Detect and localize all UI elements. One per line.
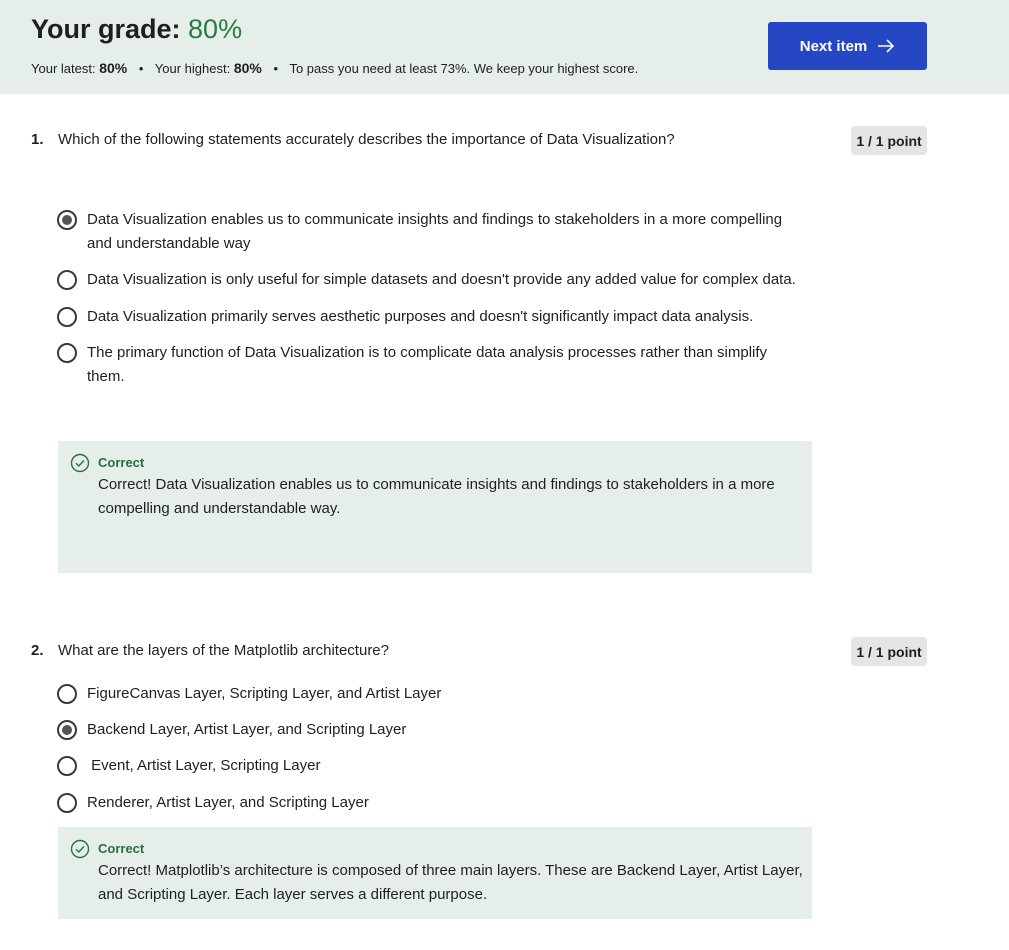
next-item-button[interactable]: Next item (768, 22, 927, 70)
points-badge: 1 / 1 point (851, 637, 927, 666)
option-label: Backend Layer, Artist Layer, and Scripti… (87, 721, 407, 738)
grade-label: Your grade: (31, 14, 181, 44)
answer-option[interactable]: The primary function of Data Visualizati… (57, 343, 807, 389)
radio-button[interactable] (57, 210, 77, 230)
option-label: Data Visualization primarily serves aest… (87, 308, 754, 325)
check-circle-icon (70, 453, 90, 473)
answer-option[interactable]: Data Visualization enables us to communi… (57, 210, 807, 256)
separator-dot: • (273, 61, 279, 76)
grade-summary: Your latest: 80% • Your highest: 80% • T… (31, 60, 638, 76)
check-circle-icon (70, 839, 90, 859)
radio-button[interactable] (57, 756, 77, 776)
separator-dot: • (138, 61, 144, 76)
latest-value: 80% (99, 60, 128, 76)
feedback-label: Correct (98, 841, 145, 856)
points-badge: 1 / 1 point (851, 126, 927, 155)
next-item-label: Next item (799, 37, 868, 55)
answer-option[interactable]: FigureCanvas Layer, Scripting Layer, and… (57, 684, 807, 706)
feedback-panel: Correct Correct! Matplotlib’s architectu… (58, 827, 812, 919)
feedback-label: Correct (98, 455, 145, 470)
feedback-panel: Correct Correct! Data Visualization enab… (58, 441, 812, 573)
option-label: Data Visualization enables us to communi… (87, 211, 783, 252)
question-text: Which of the following statements accura… (58, 131, 675, 148)
radio-button[interactable] (57, 270, 77, 290)
highest-value: 80% (233, 60, 262, 76)
question-number: 2. (31, 642, 44, 659)
arrow-right-icon (878, 39, 895, 53)
radio-button[interactable] (57, 720, 77, 740)
grade-value: 80% (188, 14, 243, 44)
grade-header: Your grade: 80% Your latest: 80% • Your … (0, 0, 1009, 94)
grade-title: Your grade: 80% (31, 14, 242, 45)
radio-button[interactable] (57, 793, 77, 813)
option-label: Event, Artist Layer, Scripting Layer (87, 757, 321, 774)
answer-option[interactable]: Data Visualization primarily serves aest… (57, 307, 807, 329)
option-label: Data Visualization is only useful for si… (87, 271, 796, 288)
question-number: 1. (31, 131, 44, 148)
feedback-text: Correct! Matplotlib’s architecture is co… (98, 862, 803, 903)
answer-option[interactable]: Backend Layer, Artist Layer, and Scripti… (57, 720, 807, 742)
pass-note: To pass you need at least 73%. We keep y… (289, 61, 639, 76)
radio-button[interactable] (57, 684, 77, 704)
highest-label: Your highest: (154, 61, 231, 76)
question-text: What are the layers of the Matplotlib ar… (58, 642, 389, 659)
answer-option[interactable]: Data Visualization is only useful for si… (57, 270, 807, 292)
answer-option[interactable]: Renderer, Artist Layer, and Scripting La… (57, 793, 807, 815)
feedback-text: Correct! Data Visualization enables us t… (98, 476, 775, 517)
latest-label: Your latest: (31, 61, 96, 76)
radio-button[interactable] (57, 343, 77, 363)
option-label: Renderer, Artist Layer, and Scripting La… (87, 794, 369, 811)
radio-button[interactable] (57, 307, 77, 327)
option-label: The primary function of Data Visualizati… (87, 344, 768, 385)
option-label: FigureCanvas Layer, Scripting Layer, and… (87, 685, 442, 702)
answer-option[interactable]: Event, Artist Layer, Scripting Layer (57, 756, 807, 778)
